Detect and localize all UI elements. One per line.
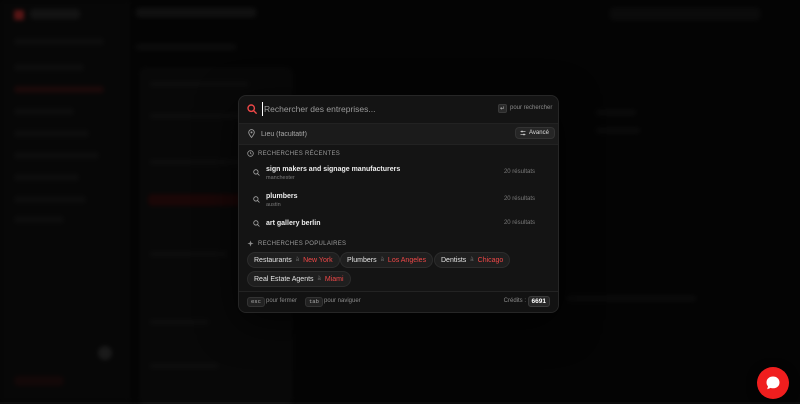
popular-chip[interactable]: Restaurants à New York (247, 252, 340, 268)
chip-separator: à (470, 257, 474, 263)
chip-city: Los Angeles (387, 256, 427, 264)
popular-chip[interactable]: Plumbers à Los Angeles (340, 252, 434, 268)
recent-search-results: 20 résultats (503, 196, 535, 202)
palette-footer: esc pour fermer tab pour naviguer Crédit… (239, 291, 558, 312)
search-icon (253, 220, 260, 227)
recent-search-location: manchester (266, 175, 295, 181)
esc-hint: pour fermer (266, 298, 298, 304)
popular-searches-header: RECHERCHES POPULAIRES (247, 240, 346, 247)
chip-separator: à (317, 276, 321, 282)
chip-city: Miami (324, 275, 344, 283)
chip-separator: à (295, 257, 300, 263)
search-icon (253, 196, 260, 203)
tab-hint: pour naviguer (324, 298, 361, 304)
chat-button[interactable] (757, 367, 789, 399)
chip-city: New York (303, 256, 333, 264)
search-input[interactable] (262, 102, 464, 116)
search-icon (253, 169, 260, 176)
search-palette-modal: ↵ pour rechercher Avancé RECHERCHES RÉCE… (238, 95, 559, 313)
location-input[interactable] (259, 127, 413, 142)
location-row: Avancé (239, 123, 558, 145)
search-hint-text: pour rechercher (510, 105, 553, 111)
tab-key: tab (305, 297, 323, 307)
recent-search-results: 20 résultats (503, 169, 535, 175)
recent-search-query: art gallery berlin (266, 220, 321, 227)
chip-city: Chicago (477, 256, 504, 264)
chat-bubble-icon (766, 376, 780, 390)
sliders-icon (520, 130, 526, 136)
recent-search-query: plumbers (266, 193, 298, 200)
recent-search-results: 20 résultats (503, 220, 535, 226)
chip-separator: à (380, 257, 384, 263)
chip-term: Dentists (441, 256, 467, 264)
recent-search-item[interactable]: plumbers austin 20 résultats (247, 190, 547, 212)
credits-value: 6691 (527, 296, 550, 307)
recent-search-location: austin (266, 202, 281, 208)
popular-chip[interactable]: Dentists à Chicago (434, 252, 511, 268)
recent-search-item[interactable]: art gallery berlin 20 résultats (247, 214, 547, 236)
sparkle-icon (247, 240, 254, 247)
map-pin-icon (248, 129, 255, 138)
advanced-label: Avancé (529, 130, 549, 136)
search-icon (247, 104, 257, 114)
popular-searches-title: RECHERCHES POPULAIRES (258, 240, 347, 247)
recent-search-query: sign makers and signage manufacturers (266, 166, 401, 173)
search-row: ↵ pour rechercher (239, 96, 558, 122)
chip-term: Real Estate Agents (254, 275, 314, 283)
clock-icon (247, 150, 254, 157)
advanced-button[interactable]: Avancé (515, 127, 555, 139)
recent-search-item[interactable]: sign makers and signage manufacturers ma… (247, 163, 547, 185)
chip-term: Restaurants (254, 256, 292, 264)
enter-key-icon: ↵ (498, 104, 507, 113)
chip-term: Plumbers (347, 256, 377, 264)
recent-searches-title: RECHERCHES RÉCENTES (258, 150, 341, 157)
credits-label: Crédits : (503, 298, 526, 304)
esc-key: esc (247, 297, 265, 307)
popular-chip[interactable]: Real Estate Agents à Miami (247, 271, 351, 287)
recent-searches-header: RECHERCHES RÉCENTES (247, 150, 340, 157)
